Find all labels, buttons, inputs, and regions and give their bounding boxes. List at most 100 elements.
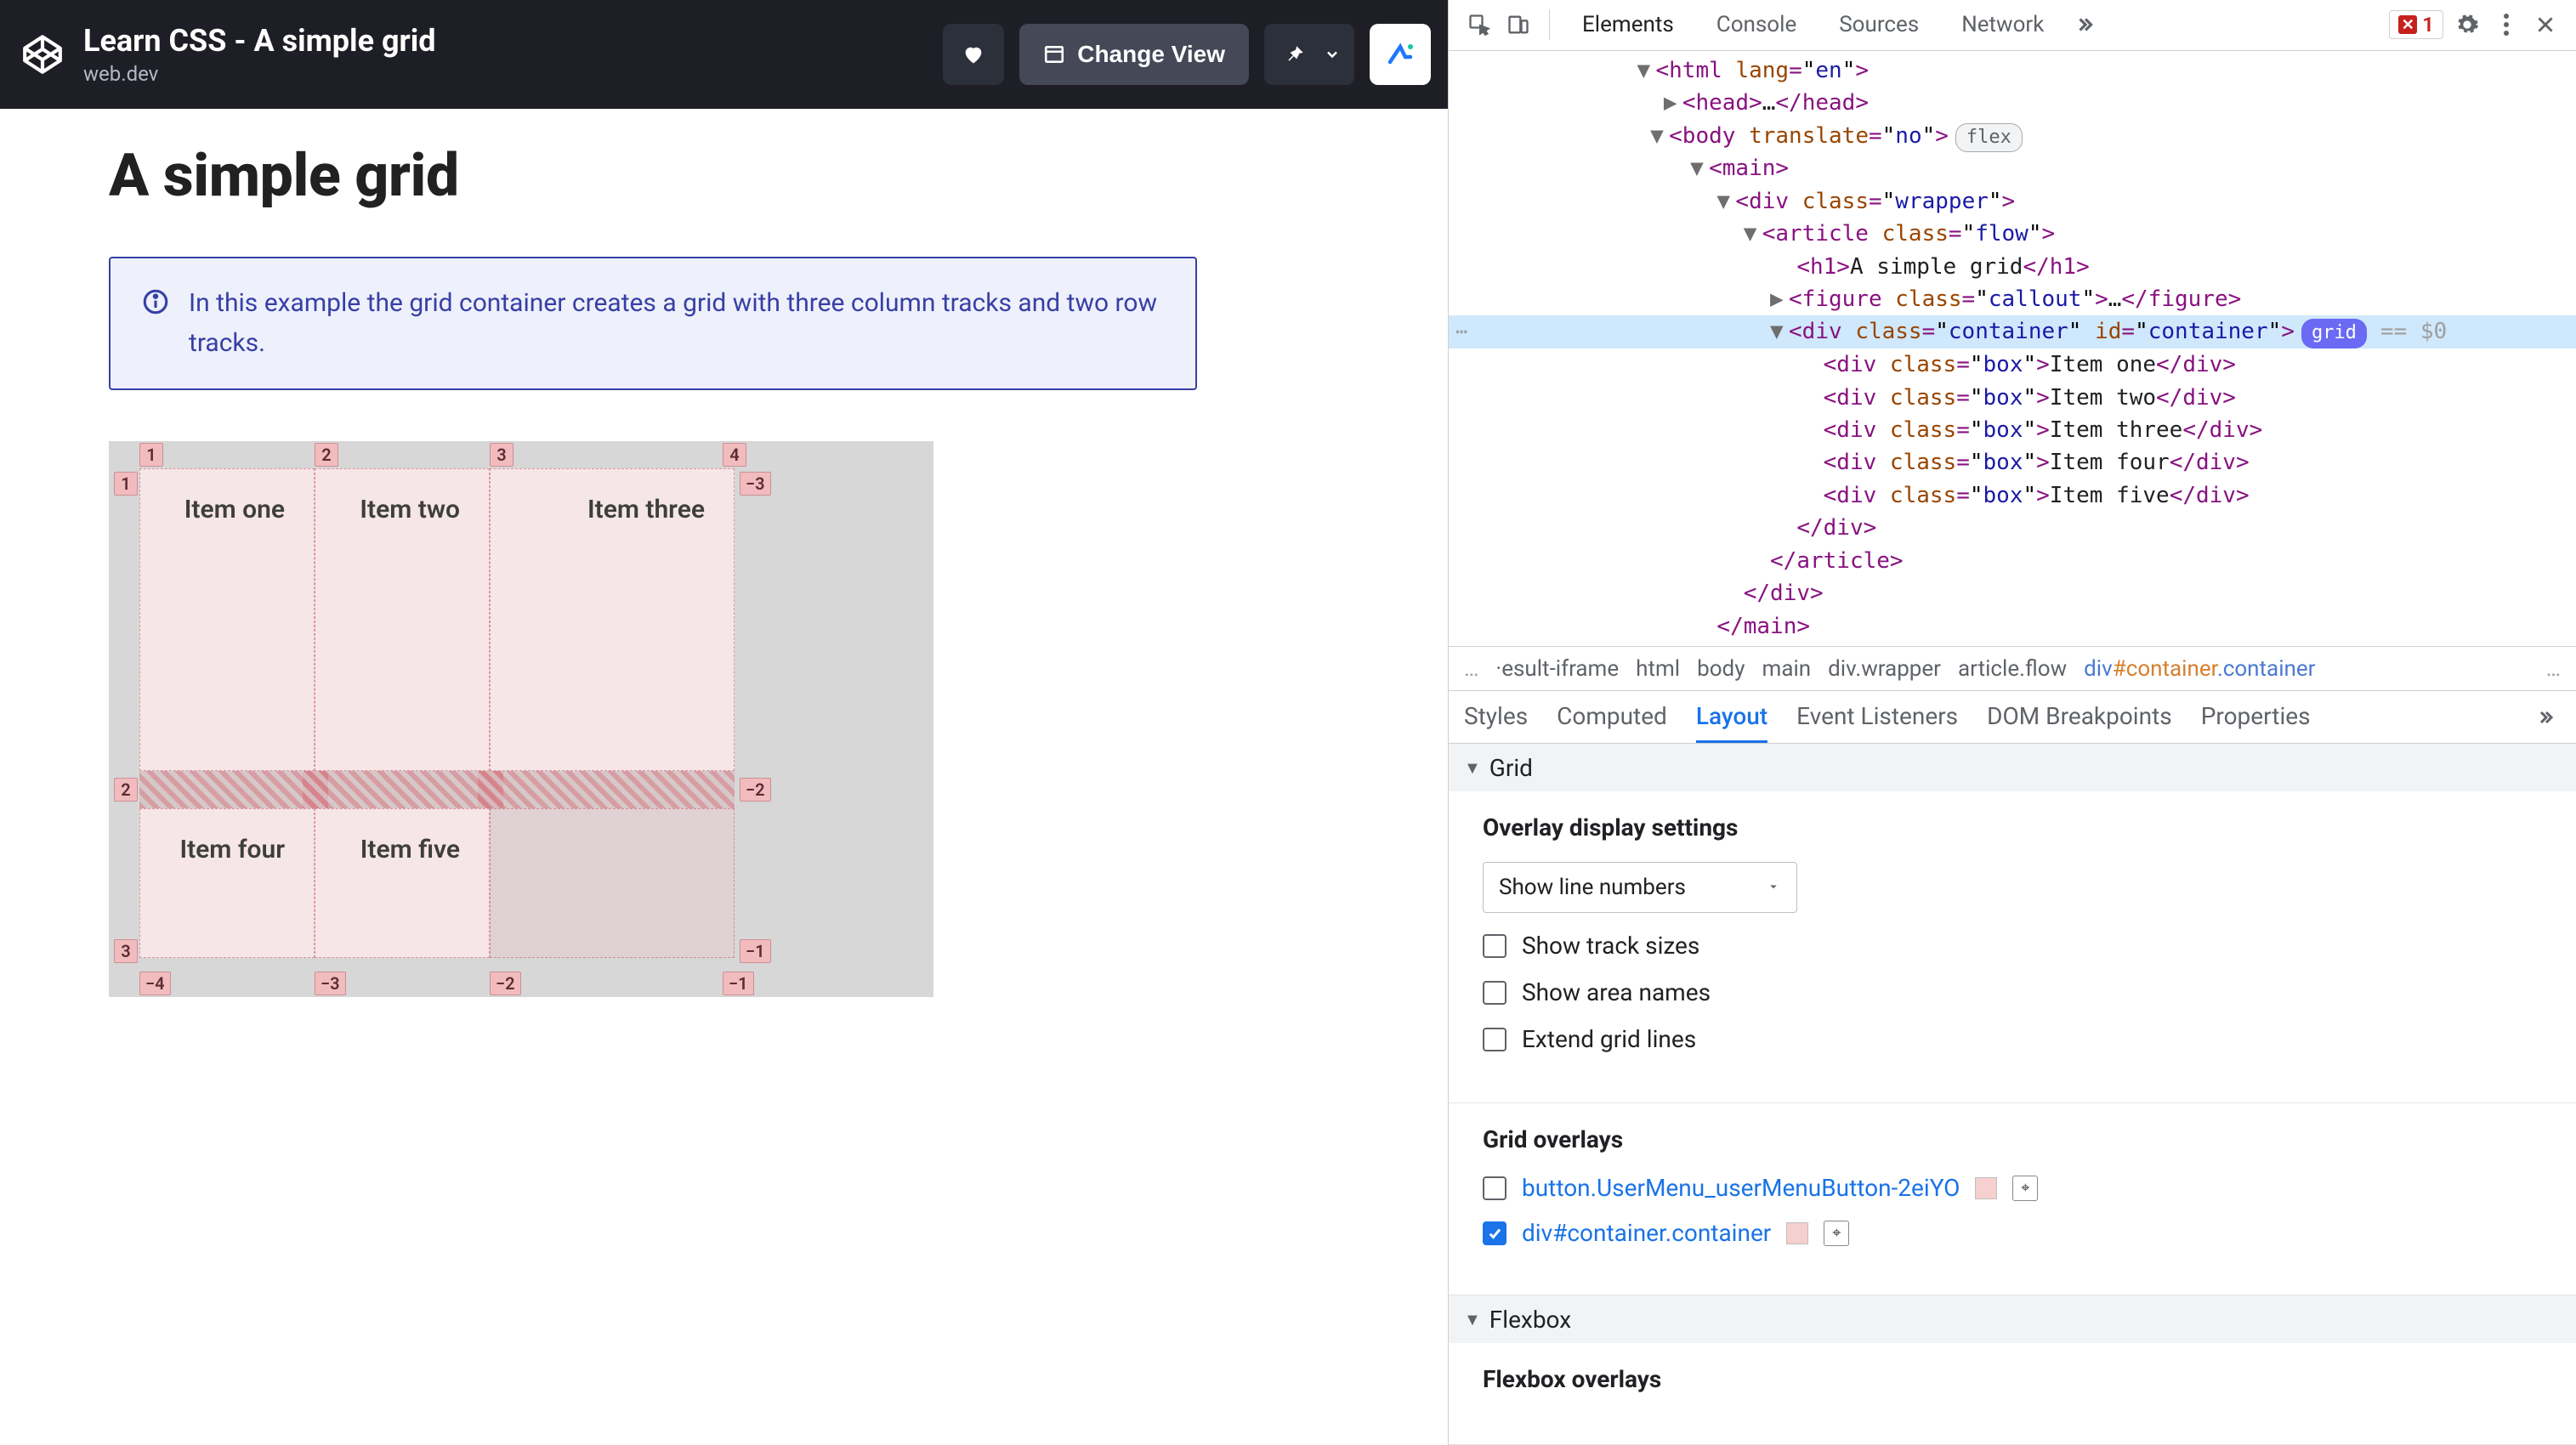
crumb[interactable]: ·esult-iframe [1495,656,1619,682]
export-icon [1385,39,1416,70]
grid-empty-cell [490,808,735,958]
pen-author[interactable]: web.dev [83,62,943,86]
codepen-header: Learn CSS - A simple grid web.dev Change… [0,0,1448,109]
subtab-dom-breakpoints[interactable]: DOM Breakpoints [1987,691,2172,743]
layout-grid-section: ▼ Grid Overlay display settings Show lin… [1449,744,2576,1295]
crumb[interactable]: article.flow [1958,656,2067,682]
grid-line-number: −1 [723,972,754,995]
overlay-row: div#container.container ⌖ [1483,1219,2542,1247]
pen-title[interactable]: Learn CSS - A simple grid [83,23,943,59]
error-count: 1 [2422,13,2434,37]
close-devtools-icon[interactable] [2530,9,2561,40]
export-button[interactable] [1370,24,1431,85]
callout-text: In this example the grid container creat… [189,284,1165,363]
checkbox-area-names[interactable] [1483,981,1506,1005]
pin-dropdown-button[interactable] [1310,24,1354,85]
disclosure-triangle-icon: ▼ [1464,757,1481,779]
crumb-ellipsis[interactable]: … [1464,656,1478,682]
preview-body: A simple grid In this example the grid c… [0,109,1448,1445]
highlight-element-icon[interactable]: ⌖ [1824,1221,1849,1246]
error-x-icon: ✕ [2398,15,2417,34]
devtools-pane: Elements Console Sources Network ✕ 1 [1448,0,2576,1445]
overlay-settings-title: Overlay display settings [1483,813,2542,842]
layout-flexbox-section: ▼ Flexbox Flexbox overlays [1449,1295,2576,1445]
tab-console[interactable]: Console [1699,0,1813,50]
overlay-checkbox-checked[interactable] [1483,1221,1506,1245]
subtab-computed[interactable]: Computed [1557,691,1667,743]
grid-item: Item four [139,808,315,958]
tab-sources[interactable]: Sources [1822,0,1936,50]
grid-line-number: −4 [139,972,171,995]
selected-dom-node[interactable]: ⋯ ▼<div class="container" id="container"… [1449,315,2576,348]
chevron-down-icon [1324,46,1341,63]
grid-item: Item five [315,808,490,958]
more-tabs-icon[interactable] [2069,9,2100,40]
change-view-label: Change View [1077,41,1225,68]
disclosure-triangle-icon: ▼ [1464,1309,1481,1330]
grid-line-number: 1 [114,472,138,496]
crumb[interactable]: div.wrapper [1828,656,1941,682]
grid-item: Item three [490,468,735,771]
grid-line-number: −2 [490,972,521,995]
settings-icon[interactable] [2452,9,2482,40]
subtab-layout[interactable]: Layout [1696,691,1767,743]
devtools-topbar: Elements Console Sources Network ✕ 1 [1449,0,2576,51]
device-toolbar-icon[interactable] [1503,9,1534,40]
flexbox-overlays-title: Flexbox overlays [1483,1365,2542,1393]
inspect-element-icon[interactable] [1464,9,1495,40]
like-button[interactable] [943,24,1004,85]
subtab-event-listeners[interactable]: Event Listeners [1796,691,1958,743]
grid-item: Item one [139,468,315,771]
overlay-checkbox[interactable] [1483,1176,1506,1200]
grid-line-number: 4 [723,443,746,467]
highlight-element-icon[interactable]: ⌖ [2012,1176,2038,1201]
grid-line-number: 1 [139,443,163,467]
more-subtabs-icon[interactable] [2530,702,2561,733]
grid-overlays-title: Grid overlays [1483,1125,2542,1153]
codepen-pane: Learn CSS - A simple grid web.dev Change… [0,0,1448,1445]
tab-network[interactable]: Network [1944,0,2061,50]
info-callout: In this example the grid container creat… [109,257,1197,390]
crumb-ellipsis-right[interactable]: … [2546,656,2561,682]
dom-tree[interactable]: ▼<html lang="en"> ▶<head>…</head> ▼<body… [1449,51,2576,646]
overlay-row: button.UserMenu_userMenuButton-2eiYO ⌖ [1483,1174,2542,1202]
color-swatch[interactable] [1975,1177,1997,1199]
more-menu-icon[interactable] [2491,9,2522,40]
heart-icon [962,42,985,66]
grid-line-number: −3 [740,472,771,496]
subtab-properties[interactable]: Properties [2201,691,2311,743]
styles-subtabs: Styles Computed Layout Event Listeners D… [1449,691,2576,744]
page-title: A simple grid [109,141,1339,211]
layout-icon [1043,43,1065,65]
crumb-active[interactable]: div#container.container [2084,656,2315,682]
crumb[interactable]: html [1636,656,1680,682]
grid-line-number: −2 [740,778,771,802]
grid-badge[interactable]: grid [2301,319,2367,348]
checkbox-extend-lines[interactable] [1483,1028,1506,1051]
overlay-label[interactable]: button.UserMenu_userMenuButton-2eiYO [1522,1174,1960,1202]
overlay-label[interactable]: div#container.container [1522,1219,1771,1247]
grid-line-number: 2 [315,443,338,467]
grid-line-number: 3 [490,443,513,467]
grid-item: Item two [315,468,490,771]
tab-elements[interactable]: Elements [1565,0,1691,50]
codepen-logo-icon[interactable] [17,29,68,80]
change-view-button[interactable]: Change View [1019,24,1249,85]
grid-line-number: −3 [315,972,346,995]
grid-section-header[interactable]: ▼ Grid [1449,744,2576,791]
subtab-styles[interactable]: Styles [1464,691,1528,743]
color-swatch[interactable] [1786,1222,1808,1244]
error-badge[interactable]: ✕ 1 [2389,10,2443,39]
grid-line-number: 3 [114,939,138,963]
crumb[interactable]: main [1762,656,1812,682]
dom-breadcrumbs[interactable]: … ·esult-iframe html body main div.wrapp… [1449,646,2576,692]
info-icon [141,287,170,363]
checkbox-track-sizes[interactable] [1483,934,1506,958]
crumb[interactable]: body [1697,656,1745,682]
grid-line-number: 2 [114,778,138,802]
grid-line-number: −1 [740,939,771,963]
grid-demo: Item one Item two Item three Item four I… [109,441,933,997]
pin-icon [1284,43,1306,65]
line-number-select[interactable]: Show line numbers [1483,862,1797,913]
flexbox-section-header[interactable]: ▼ Flexbox [1449,1295,2576,1343]
